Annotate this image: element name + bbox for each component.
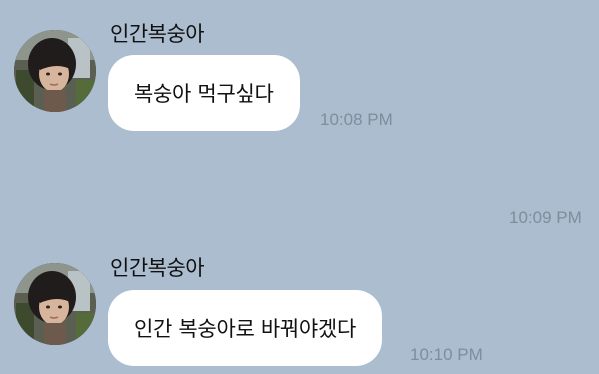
message-timestamp: 10:09 PM — [509, 208, 582, 227]
sender-name: 인간복숭아 — [110, 22, 205, 46]
message-timestamp: 10:08 PM — [320, 110, 393, 129]
message-bubble[interactable]: 복숭아 먹구싶다 — [108, 55, 300, 131]
sender-name: 인간복숭아 — [110, 256, 205, 280]
profile-photo-icon — [14, 30, 96, 112]
profile-photo-icon — [14, 263, 96, 345]
message-timestamp: 10:10 PM — [410, 345, 483, 364]
message-bubble[interactable]: 인간 복숭아로 바꿔야겠다 — [108, 290, 382, 366]
avatar[interactable] — [14, 263, 96, 345]
avatar[interactable] — [14, 30, 96, 112]
